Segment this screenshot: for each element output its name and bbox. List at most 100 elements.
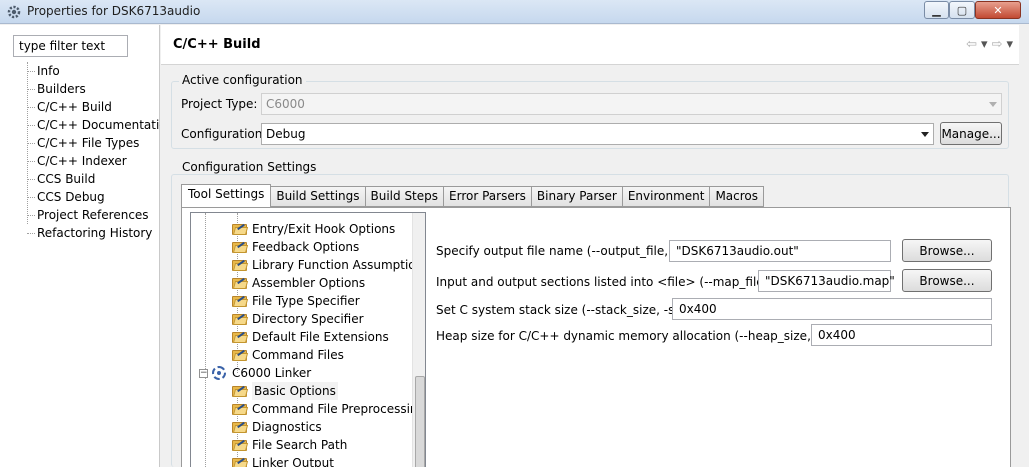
maximize-icon: ▢ — [956, 3, 968, 17]
nav-item-ccs-build[interactable]: CCS Build — [0, 170, 160, 188]
tree-item-label: Command File Preprocessing — [252, 402, 426, 416]
tree-item-label: File Type Specifier — [252, 294, 360, 308]
nav-item-label: Refactoring History — [37, 226, 153, 240]
tool-options-icon — [232, 276, 249, 290]
output-file-browse-button[interactable]: Browse... — [902, 239, 992, 262]
nav-item-label: C/C++ File Types — [37, 136, 140, 150]
dropdown-arrow-icon — [921, 132, 929, 137]
nav-item-label: Project References — [37, 208, 149, 222]
tool-options-icon — [232, 456, 249, 467]
tool-options-icon — [232, 222, 249, 236]
tab-build-settings[interactable]: Build Settings — [271, 186, 366, 207]
tree-item-assembler-options[interactable]: Assembler Options — [232, 274, 365, 292]
tool-options-icon — [232, 420, 249, 434]
tree-item-directory-specifier[interactable]: Directory Specifier — [232, 310, 364, 328]
close-icon: ✕ — [993, 3, 1003, 17]
nav-item-label: CCS Build — [37, 172, 96, 186]
page-title: C/C++ Build — [173, 37, 261, 52]
tree-item-feedback-options[interactable]: Feedback Options — [232, 238, 359, 256]
nav-item-info[interactable]: Info — [0, 62, 160, 80]
nav-item-cpp-documentation[interactable]: C/C++ Documentation — [0, 116, 160, 134]
tool-options-icon — [232, 312, 249, 326]
tool-options-icon — [232, 384, 249, 398]
forward-dropdown-icon[interactable]: ▾ — [1006, 37, 1013, 52]
active-configuration-label: Active configuration — [179, 73, 306, 87]
tree-item-label: C6000 Linker — [232, 366, 312, 380]
tab-environment[interactable]: Environment — [622, 186, 711, 207]
tree-item-label: Command Files — [252, 348, 344, 362]
tree-vertical-scrollbar[interactable] — [412, 213, 425, 467]
property-pages-tree: Info Builders C/C++ Build C/C++ Document… — [0, 62, 160, 242]
configuration-combo[interactable]: Debug — [261, 123, 934, 145]
tool-options-icon — [232, 330, 249, 344]
tree-item-c6000-linker[interactable]: − C6000 Linker — [199, 364, 311, 382]
nav-item-label: C/C++ Indexer — [37, 154, 127, 168]
tree-item-linker-output[interactable]: Linker Output — [232, 454, 334, 467]
tool-options-icon — [232, 294, 249, 308]
tree-item-diagnostics[interactable]: Diagnostics — [232, 418, 322, 436]
tool-options-tree: Entry/Exit Hook Options Feedback Options… — [190, 212, 426, 467]
nav-item-cpp-build[interactable]: C/C++ Build — [0, 98, 160, 116]
back-arrow-icon[interactable]: ⇦ — [966, 37, 977, 52]
configuration-label: Configuration: — [181, 127, 267, 141]
nav-item-label: C/C++ Documentation — [37, 118, 160, 132]
back-dropdown-icon[interactable]: ▾ — [981, 37, 988, 52]
history-navigation: ⇦ ▾ ⇨ ▾ — [966, 37, 1013, 52]
tree-connector-line — [205, 213, 206, 467]
tree-item-label: Assembler Options — [252, 276, 366, 290]
nav-item-cpp-indexer[interactable]: C/C++ Indexer — [0, 152, 160, 170]
tree-item-file-type-specifier[interactable]: File Type Specifier — [232, 292, 360, 310]
heap-size-input[interactable]: 0x400 — [811, 324, 992, 346]
tree-item-default-file-extensions[interactable]: Default File Extensions — [232, 328, 389, 346]
nav-item-label: Builders — [37, 82, 86, 96]
tree-item-file-search-path[interactable]: File Search Path — [232, 436, 347, 454]
map-file-browse-button[interactable]: Browse... — [902, 269, 992, 292]
tree-item-label: Default File Extensions — [252, 330, 389, 344]
minimize-icon: ▁ — [932, 3, 941, 17]
window-titlebar: Properties for DSK6713audio ▁ ▢ ✕ — [0, 0, 1029, 24]
output-file-label: Specify output file name (--output_file,… — [436, 244, 689, 258]
tree-item-library-function-assumptions[interactable]: Library Function Assumptions — [232, 256, 425, 274]
linker-tool-icon — [212, 366, 226, 380]
tool-options-icon — [232, 240, 249, 254]
tab-build-steps[interactable]: Build Steps — [365, 186, 445, 207]
tool-options-icon — [232, 348, 249, 362]
stack-size-input[interactable]: 0x400 — [672, 298, 992, 320]
tree-item-command-file-preprocessing[interactable]: Command File Preprocessing — [232, 400, 425, 418]
nav-item-cpp-file-types[interactable]: C/C++ File Types — [0, 134, 160, 152]
tree-item-entry-exit-hook-options[interactable]: Entry/Exit Hook Options — [232, 220, 395, 238]
tab-tool-settings[interactable]: Tool Settings — [181, 184, 272, 207]
project-type-value: C6000 — [266, 97, 305, 111]
map-file-input[interactable]: "DSK6713audio.map" — [758, 270, 895, 292]
minimize-button[interactable]: ▁ — [924, 1, 949, 19]
tree-item-label: Entry/Exit Hook Options — [252, 222, 396, 236]
tree-item-basic-options[interactable]: Basic Options — [232, 382, 338, 400]
tab-macros[interactable]: Macros — [710, 186, 765, 207]
nav-item-ccs-debug[interactable]: CCS Debug — [0, 188, 160, 206]
tree-item-command-files[interactable]: Command Files — [232, 346, 344, 364]
nav-item-builders[interactable]: Builders — [0, 80, 160, 98]
nav-item-label: C/C++ Build — [37, 100, 112, 114]
tab-error-parsers[interactable]: Error Parsers — [444, 186, 532, 207]
close-button[interactable]: ✕ — [975, 1, 1021, 19]
manage-button[interactable]: Manage... — [940, 122, 1002, 145]
maximize-button[interactable]: ▢ — [949, 1, 975, 19]
tool-settings-panel: Entry/Exit Hook Options Feedback Options… — [181, 207, 1011, 467]
window-title: Properties for DSK6713audio — [27, 4, 201, 18]
stack-size-label: Set C system stack size (--stack_size, -… — [436, 303, 705, 317]
output-file-input[interactable]: "DSK6713audio.out" — [669, 240, 891, 262]
tab-binary-parser[interactable]: Binary Parser — [531, 186, 623, 207]
filter-input[interactable] — [13, 35, 128, 57]
scrollbar-thumb[interactable] — [415, 376, 425, 467]
tree-item-label: File Search Path — [252, 438, 348, 452]
app-gear-icon — [7, 5, 21, 19]
collapse-icon[interactable]: − — [199, 368, 208, 378]
settings-tabs: Tool Settings Build Settings Build Steps… — [181, 184, 765, 207]
map-file-label: Input and output sections listed into <f… — [436, 275, 793, 289]
tool-options-icon — [232, 402, 249, 416]
nav-item-project-references[interactable]: Project References — [0, 206, 160, 224]
nav-item-refactoring-history[interactable]: Refactoring History — [0, 224, 160, 242]
forward-arrow-icon[interactable]: ⇨ — [992, 37, 1003, 52]
tree-item-label: Basic Options — [252, 382, 338, 400]
nav-item-label: Info — [37, 64, 60, 78]
